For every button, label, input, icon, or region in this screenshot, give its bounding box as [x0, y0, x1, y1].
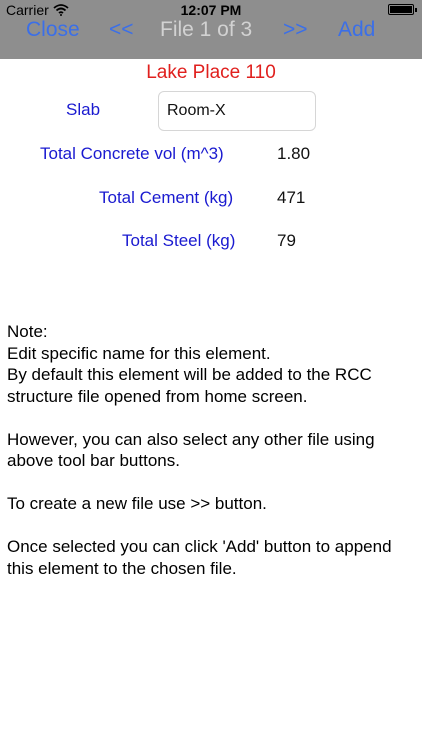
toolbar: Close << File 1 of 3 >> Add [0, 14, 422, 46]
cement-value: 471 [277, 188, 306, 207]
slab-label: Slab [66, 100, 101, 119]
note-line: However, you can also select any other f… [7, 429, 375, 471]
note-line: Edit specific name for this element. [7, 343, 271, 363]
concrete-volume-value: 1.80 [277, 144, 311, 163]
steel-value: 79 [277, 231, 296, 250]
cement-label: Total Cement (kg) [99, 188, 234, 207]
note-line: Once selected you can click 'Add' button… [7, 537, 392, 578]
slab-name-field[interactable] [158, 91, 316, 131]
top-bar: Carrier 12:07 PM Close << File 1 of 3 >>… [0, 0, 422, 59]
add-button[interactable]: Add [338, 18, 375, 42]
previous-file-button[interactable]: << [109, 18, 134, 42]
close-button[interactable]: Close [26, 18, 80, 42]
note-text: Note: Edit specific name for this elemen… [7, 321, 417, 579]
page-title: Lake Place 110 [146, 62, 276, 83]
steel-label: Total Steel (kg) [122, 231, 236, 250]
note-heading: Note: [7, 322, 48, 341]
note-line: To create a new file use >> button. [7, 494, 267, 513]
file-indicator: File 1 of 3 [160, 18, 253, 41]
note-line: By default this element will be added to… [7, 365, 372, 406]
battery-level-fill [390, 6, 412, 13]
next-file-button[interactable]: >> [283, 18, 308, 42]
battery-tip [415, 8, 417, 12]
concrete-volume-label: Total Concrete vol (m^3) [40, 144, 224, 163]
